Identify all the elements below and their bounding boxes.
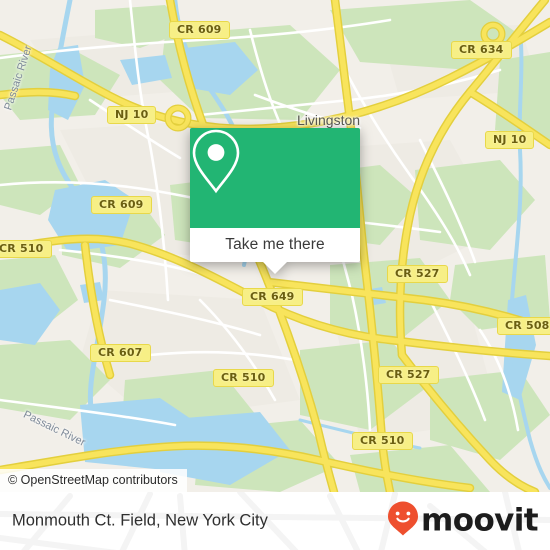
road-shield[interactable]: CR 510 — [352, 432, 413, 450]
road-shield[interactable]: CR 527 — [387, 265, 448, 283]
road-shield[interactable]: CR 607 — [90, 344, 151, 362]
road-shield[interactable]: CR 510 — [213, 369, 274, 387]
screenshot-root: Livingston Passaic River Passaic River C… — [0, 0, 550, 550]
footer-bar: Monmouth Ct. Field, New York City moovit — [0, 492, 550, 550]
road-shield[interactable]: CR 527 — [378, 366, 439, 384]
osm-attribution[interactable]: © OpenStreetMap contributors — [0, 469, 187, 492]
road-shield[interactable]: CR 649 — [242, 288, 303, 306]
road-shield[interactable]: CR 609 — [169, 21, 230, 39]
moovit-logo[interactable]: moovit — [387, 501, 539, 542]
road-shield[interactable]: CR 634 — [451, 41, 512, 59]
popup-footer[interactable]: Take me there — [190, 228, 360, 262]
popup-pointer-tail — [263, 262, 287, 274]
take-me-there-button[interactable]: Take me there — [225, 236, 325, 254]
moovit-smiley-pin-icon — [387, 501, 419, 542]
moovit-wordmark: moovit — [421, 502, 539, 539]
location-title: Monmouth Ct. Field, New York City — [12, 511, 268, 530]
map-place-label: Livingston — [297, 112, 361, 128]
road-shield[interactable]: NJ 10 — [485, 131, 535, 149]
popup-pin-area — [190, 128, 360, 228]
map-canvas[interactable]: Livingston Passaic River Passaic River C… — [0, 0, 550, 492]
road-shield[interactable]: CR 510 — [0, 240, 52, 258]
location-popup-card[interactable]: Take me there — [190, 128, 360, 274]
road-shield[interactable]: CR 508 — [497, 317, 550, 335]
road-shield[interactable]: CR 609 — [91, 196, 152, 214]
road-shield[interactable]: NJ 10 — [107, 106, 157, 124]
